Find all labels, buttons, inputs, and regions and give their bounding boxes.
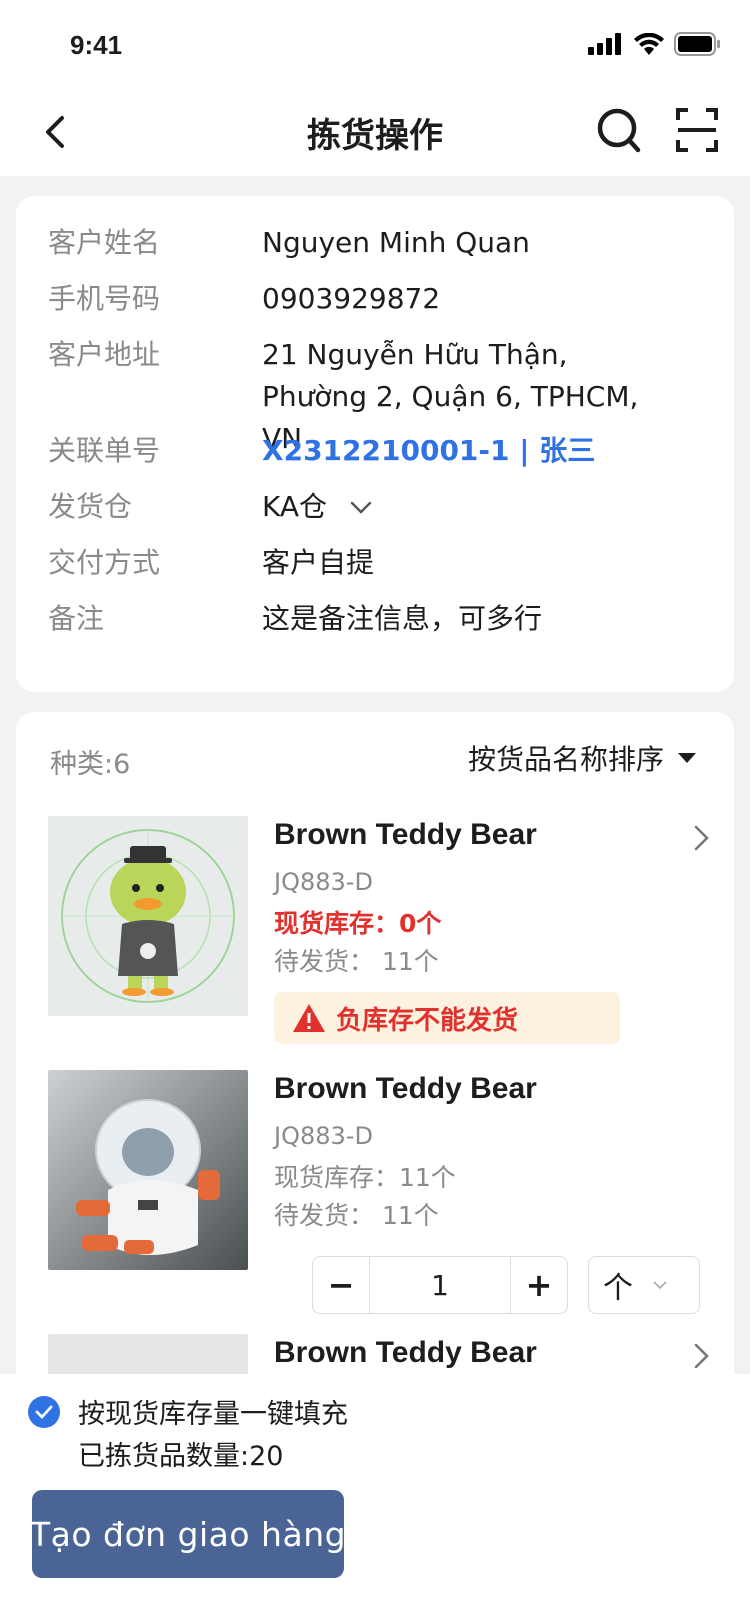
delivery-method-label: 交付方式 (48, 546, 161, 579)
item-title: Brown Teddy Bear (274, 1336, 537, 1369)
order-ref-row: 关联单号 X2312210001-1 | 张三 (48, 430, 714, 472)
warehouse-row: 发货仓 KA仓 (48, 486, 714, 528)
delivery-method-value: 客户自提 (262, 546, 375, 579)
order-ref-label: 关联单号 (48, 434, 161, 467)
negative-stock-warning: 负库存不能发货 (274, 992, 620, 1044)
phone-value: 0903929872 (262, 282, 441, 315)
quantity-input[interactable]: 1 (369, 1257, 511, 1313)
sort-label: 按货品名称排序 (467, 743, 664, 776)
unit-value: 个 (603, 1271, 633, 1306)
status-icons (588, 32, 722, 56)
customer-info-card: 客户姓名 Nguyen Minh Quan 手机号码 0903929872 客户… (16, 196, 734, 692)
item-code: JQ883-D (274, 1122, 373, 1150)
warning-icon (293, 1004, 325, 1032)
stock-level: 现货库存：11个 (274, 1163, 456, 1192)
goods-card: 种类:6 按货品名称排序 Brown Teddy Bear JQ883-D 现货… (16, 712, 734, 1412)
item-title: Brown Teddy Bear (274, 818, 537, 851)
battery-icon (674, 32, 720, 56)
wifi-icon (634, 33, 664, 55)
product-image (48, 1070, 248, 1270)
delivery-method-row: 交付方式 客户自提 (48, 542, 714, 584)
checkmark-icon (35, 1405, 53, 1419)
scan-icon[interactable] (676, 108, 718, 152)
search-icon[interactable] (596, 106, 642, 156)
picked-count: 已拣货品数量:20 (78, 1441, 284, 1472)
phone-label: 手机号码 (48, 282, 161, 315)
item-title: Brown Teddy Bear (274, 1072, 537, 1105)
list-item[interactable]: Brown Teddy Bear JQ883-D 现货库存：0个 待发货： 11… (48, 816, 709, 1056)
chevron-right-icon[interactable] (692, 824, 712, 852)
category-count: 种类:6 (50, 749, 131, 780)
fill-checkbox[interactable] (28, 1396, 60, 1428)
nav-bar: 拣货操作 (0, 88, 750, 176)
remark-label: 备注 (48, 602, 105, 635)
fill-checkbox-label[interactable]: 按现货库存量一键填充 (78, 1392, 348, 1431)
remark-row: 备注 这是备注信息，可多行 (48, 598, 714, 640)
pending-quantity: 待发货： 11个 (274, 947, 439, 976)
chevron-down-icon (653, 1281, 667, 1290)
increment-button[interactable]: + (511, 1257, 567, 1313)
customer-name-row: 客户姓名 Nguyen Minh Quan (48, 222, 714, 264)
caret-down-icon (678, 753, 696, 763)
cellular-signal-icon (588, 33, 621, 55)
unit-select[interactable]: 个 (588, 1256, 700, 1314)
remark-value: 这是备注信息，可多行 (262, 602, 543, 635)
warning-text: 负库存不能发货 (336, 1005, 519, 1036)
product-image (48, 816, 248, 1016)
decrement-button[interactable]: − (313, 1257, 369, 1313)
warehouse-select[interactable]: KA仓 (262, 486, 714, 528)
warehouse-value: KA仓 (262, 490, 328, 523)
item-code: JQ883-D (274, 868, 373, 896)
warehouse-label: 发货仓 (48, 490, 133, 523)
bottom-action-bar: 按现货库存量一键填充 已拣货品数量:20 Tạo đơn giao hàng (0, 1374, 750, 1624)
create-delivery-button[interactable]: Tạo đơn giao hàng (30, 1490, 346, 1578)
status-time: 9:41 (70, 30, 123, 60)
sort-dropdown[interactable]: 按货品名称排序 (468, 738, 696, 778)
customer-name-label: 客户姓名 (48, 226, 161, 259)
chevron-down-icon (350, 501, 372, 514)
stock-level: 现货库存：0个 (274, 909, 442, 938)
pending-quantity: 待发货： 11个 (274, 1201, 439, 1230)
status-bar: 9:41 (0, 0, 750, 88)
quantity-stepper: − 1 + (312, 1256, 568, 1314)
phone-row: 手机号码 0903929872 (48, 278, 714, 320)
order-ref-link[interactable]: X2312210001-1 | 张三 (262, 430, 714, 472)
chevron-right-icon[interactable] (692, 1342, 712, 1370)
list-item[interactable]: Brown Teddy Bear JQ883-D 现货库存：11个 待发货： 1… (48, 1070, 702, 1320)
customer-name-value: Nguyen Minh Quan (262, 226, 530, 259)
